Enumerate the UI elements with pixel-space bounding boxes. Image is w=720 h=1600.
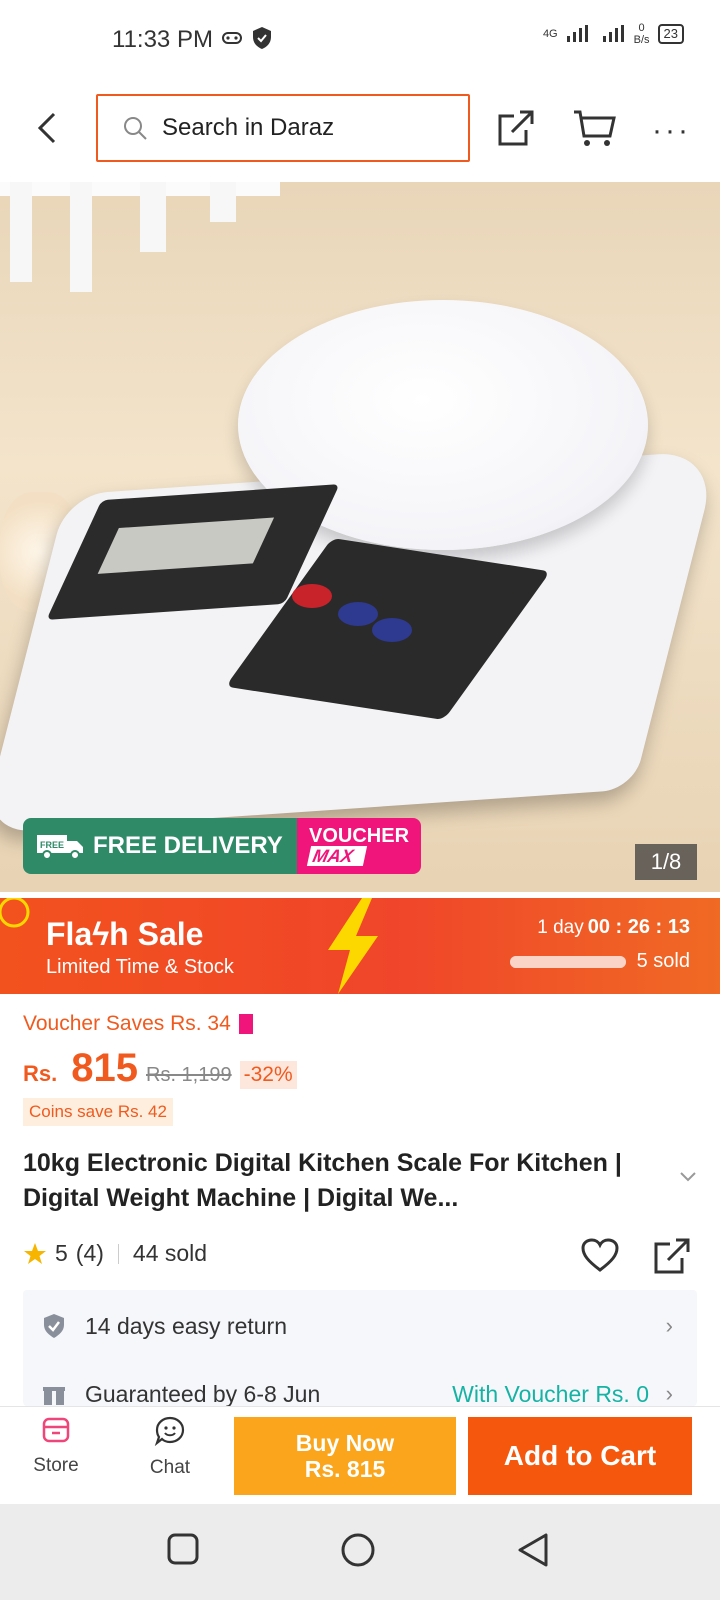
status-time: 11:33 PM [112, 26, 213, 53]
search-input[interactable]: Search in Daraz [96, 94, 470, 162]
signal-icon [566, 25, 588, 42]
service-return[interactable]: 14 days easy return › [23, 1296, 697, 1356]
data-speed: 0 B/s [633, 22, 650, 46]
signal-2-icon [602, 25, 624, 42]
recents-square-icon[interactable] [166, 1532, 200, 1566]
flash-sale-subtitle: Limited Time & Stock [46, 956, 234, 978]
network-type: 4G [542, 28, 558, 40]
back-arrow-icon[interactable] [32, 108, 68, 148]
search-icon [124, 117, 147, 140]
status-bar: 11:33 PM 4G 0 B/s 23 [0, 0, 720, 80]
voucher-label: VOUCHER [309, 825, 410, 847]
wishlist-heart-icon[interactable] [580, 1236, 620, 1276]
buy-now-button[interactable]: Buy Now Rs. 815 [234, 1417, 456, 1495]
sold-total: 44 sold [132, 1240, 208, 1266]
gift-icon [43, 1387, 65, 1405]
product-image[interactable] [0, 182, 720, 892]
rating-count: (4) [75, 1240, 104, 1266]
back-triangle-icon[interactable] [516, 1532, 550, 1568]
flash-sale-title: Flaϟh Sale [46, 916, 204, 952]
rating-value: 5 [55, 1240, 68, 1266]
svg-text:FREE: FREE [40, 840, 64, 850]
service-info: 14 days easy return › Guaranteed by 6-8 … [23, 1290, 697, 1406]
search-placeholder: Search in Daraz [162, 114, 335, 141]
shield-icon [253, 27, 271, 49]
shield-check-icon [44, 1314, 64, 1338]
free-delivery-badge: FREE FREE DELIVERY VOUCHER MAX [23, 818, 421, 874]
add-to-cart-button[interactable]: Add to Cart [468, 1417, 692, 1495]
sold-count: 5 sold [636, 950, 690, 972]
voucher-tag-icon [238, 1014, 253, 1034]
flash-sale-banner[interactable]: Flaϟh Sale Limited Time & Stock 1 day 00 … [0, 898, 720, 994]
price-currency: Rs. [23, 1061, 58, 1086]
battery-indicator: 23 [657, 24, 684, 44]
system-nav-bar [0, 1504, 720, 1600]
more-icon[interactable]: ··· [652, 114, 691, 148]
price-row: Rs. 815 Rs. 1,199 -32% [23, 1046, 297, 1091]
rating-row[interactable]: 5 (4) 44 sold [23, 1240, 207, 1267]
share-icon[interactable] [496, 108, 536, 148]
chat-icon [154, 1416, 185, 1447]
gamepad-icon [222, 32, 242, 44]
chevron-right-icon: › [665, 1313, 673, 1338]
chat-button[interactable]: Chat [130, 1415, 210, 1479]
alarm-clock-icon [0, 898, 30, 928]
cart-icon[interactable] [572, 108, 616, 148]
voucher-max-label: MAX [306, 846, 368, 866]
sold-progress-bar [510, 956, 626, 968]
product-title[interactable]: 10kg Electronic Digital Kitchen Scale Fo… [23, 1146, 673, 1216]
chevron-down-icon[interactable] [678, 1170, 698, 1184]
current-price: 815 [71, 1046, 138, 1090]
coins-save: Coins save Rs. 42 [23, 1098, 173, 1126]
discount-badge: -32% [239, 1061, 297, 1089]
free-delivery-label: FREE DELIVERY [93, 832, 283, 859]
lightning-icon [328, 898, 378, 994]
service-delivery[interactable]: Guaranteed by 6-8 Jun With Voucher Rs. 0… [23, 1364, 697, 1406]
voucher-saves[interactable]: Voucher Saves Rs. 34 [23, 1012, 253, 1036]
top-bar: Search in Daraz ··· [0, 80, 720, 178]
countdown-timer: 1 day 00 : 26 : 13 [537, 916, 690, 938]
image-counter: 1/8 [635, 844, 697, 880]
delivery-truck-icon: FREE [37, 835, 83, 860]
chevron-right-icon: › [665, 1381, 673, 1406]
store-button[interactable]: Store [16, 1415, 96, 1477]
fence-decoration [0, 182, 280, 292]
share-icon[interactable] [652, 1236, 692, 1276]
action-bar: Store Chat Buy Now Rs. 815 Add to Cart [0, 1406, 720, 1504]
store-icon [42, 1417, 70, 1443]
original-price: Rs. 1,199 [146, 1064, 232, 1086]
star-icon [24, 1242, 46, 1264]
home-circle-icon[interactable] [340, 1532, 376, 1568]
